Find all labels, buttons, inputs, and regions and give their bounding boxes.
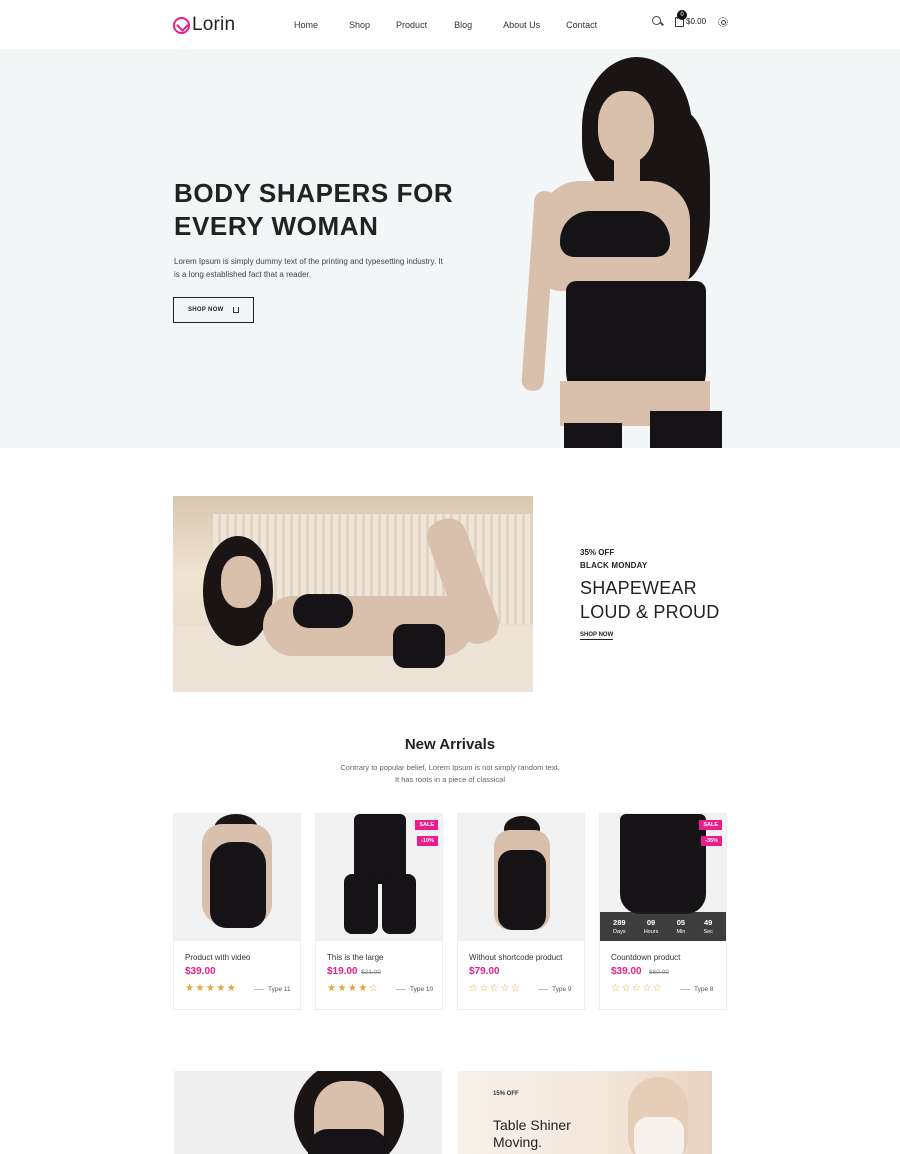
product-old-price: $21.00 (361, 969, 381, 976)
countdown-timer: 289 Days 09 Hours 05 Min 49 Sec (600, 912, 726, 941)
logo-icon (173, 16, 190, 34)
search-icon[interactable] (652, 16, 663, 27)
logo-text: Lorin (192, 14, 236, 35)
product-type: Type 8 (694, 986, 714, 993)
product-price: $19.00 (327, 966, 358, 977)
countdown-sec: 49 Sec (703, 918, 713, 935)
nav-shop[interactable]: Shop (349, 20, 370, 30)
promo-event: BLACK MONDAY (580, 561, 648, 570)
bottom-banner-title-line2: Moving. (493, 1134, 543, 1150)
product-type: Type 10 (410, 986, 434, 993)
sale-badge: SALE (699, 820, 722, 830)
site-header: Lorin Home Shop Product Blog About Us Co… (0, 0, 900, 51)
promo-title-line1: SHAPEWEAR (580, 578, 697, 598)
cart-button[interactable]: 0 $0.00 (675, 9, 707, 27)
header-actions: 0 $0.00 (652, 9, 729, 27)
promo-title: SHAPEWEAR LOUD & PROUD (580, 576, 740, 624)
discount-badge: -35% (701, 836, 722, 846)
hero-title-line2: EVERY WOMAN (174, 211, 379, 241)
hero-model-image (520, 51, 730, 448)
gear-icon[interactable] (718, 16, 729, 27)
promo-title-line2: LOUD & PROUD (580, 602, 720, 622)
rating-stars: ★★★★☆ (327, 983, 380, 994)
nav-product[interactable]: Product (396, 20, 427, 30)
promo-discount: 35% OFF (580, 548, 615, 557)
product-image[interactable]: SALE -10% (316, 814, 442, 941)
shop-now-button[interactable]: SHOP NOW (173, 297, 254, 323)
new-arrivals-title: New Arrivals (404, 736, 496, 753)
shop-now-label: SHOP NOW (188, 307, 224, 313)
hero-description: Lorem Ipsum is simply dummy text of the … (174, 257, 443, 279)
product-name[interactable]: Product with video (185, 953, 250, 962)
product-card[interactable]: Product with video $39.00 ★★★★★ Type 11 (173, 813, 301, 1010)
countdown-hours: 09 Hours (643, 918, 659, 935)
sale-badge: SALE (415, 820, 438, 830)
product-type: Type 9 (552, 986, 572, 993)
countdown-days: 289 Days (613, 918, 626, 935)
bottom-banner-discount: 15% OFF (493, 1091, 519, 1097)
bottom-banner-title: Table Shiner Moving. (493, 1117, 571, 1151)
hero-title: BODY SHAPERS FOR EVERY WOMAN (174, 177, 474, 243)
product-price: $39.00 (185, 966, 216, 977)
rating-stars: ☆☆☆☆☆ (469, 983, 522, 994)
promo-shop-now-link[interactable]: SHOP NOW (580, 632, 614, 640)
cart-icon (233, 307, 239, 313)
product-price: $39.00 (611, 966, 642, 977)
product-price: $79.00 (469, 966, 500, 977)
product-old-price: $60.00 (649, 969, 669, 976)
nav-contact[interactable]: Contact (566, 20, 597, 30)
hero-banner: BODY SHAPERS FOR EVERY WOMAN Lorem Ipsum… (0, 51, 900, 448)
promo-image (173, 496, 533, 692)
nav-home[interactable]: Home (294, 20, 318, 30)
product-name[interactable]: This is the large (327, 953, 383, 962)
product-card[interactable]: Without shortcode product $79.00 ☆☆☆☆☆ T… (457, 813, 585, 1010)
logo[interactable]: Lorin (173, 14, 235, 36)
product-type: Type 11 (268, 986, 291, 993)
rating-stars: ☆☆☆☆☆ (611, 983, 664, 994)
nav-blog[interactable]: Blog (454, 20, 472, 30)
hero-title-line1: BODY SHAPERS FOR (174, 178, 454, 208)
main-nav: Home Shop Product Blog About Us Contact (294, 20, 597, 30)
product-image[interactable]: SALE -35% 289 Days 09 Hours 05 Min 49 Se… (600, 814, 726, 941)
product-name[interactable]: Without shortcode product (469, 953, 562, 962)
product-image[interactable] (174, 814, 300, 941)
bottom-banner-right[interactable]: 15% OFF Table Shiner Moving. (458, 1071, 712, 1154)
rating-stars: ★★★★★ (185, 983, 238, 994)
product-name[interactable]: Countdown product (611, 953, 680, 962)
cart-count-badge: 0 (677, 9, 687, 20)
new-arrivals-subtitle: Contrary to popular belief, Lorem Ipsum … (340, 763, 560, 784)
nav-about-us[interactable]: About Us (503, 20, 540, 30)
product-image[interactable] (458, 814, 584, 941)
cart-total: $0.00 (686, 17, 707, 26)
countdown-min: 05 Min (676, 918, 686, 935)
product-card[interactable]: SALE -10% This is the large $19.00 $21.0… (315, 813, 443, 1010)
discount-badge: -10% (417, 836, 438, 846)
product-card[interactable]: SALE -35% 289 Days 09 Hours 05 Min 49 Se… (599, 813, 727, 1010)
bottom-banner-image-left[interactable] (174, 1071, 442, 1154)
bottom-banner-title-line1: Table Shiner (493, 1117, 571, 1133)
